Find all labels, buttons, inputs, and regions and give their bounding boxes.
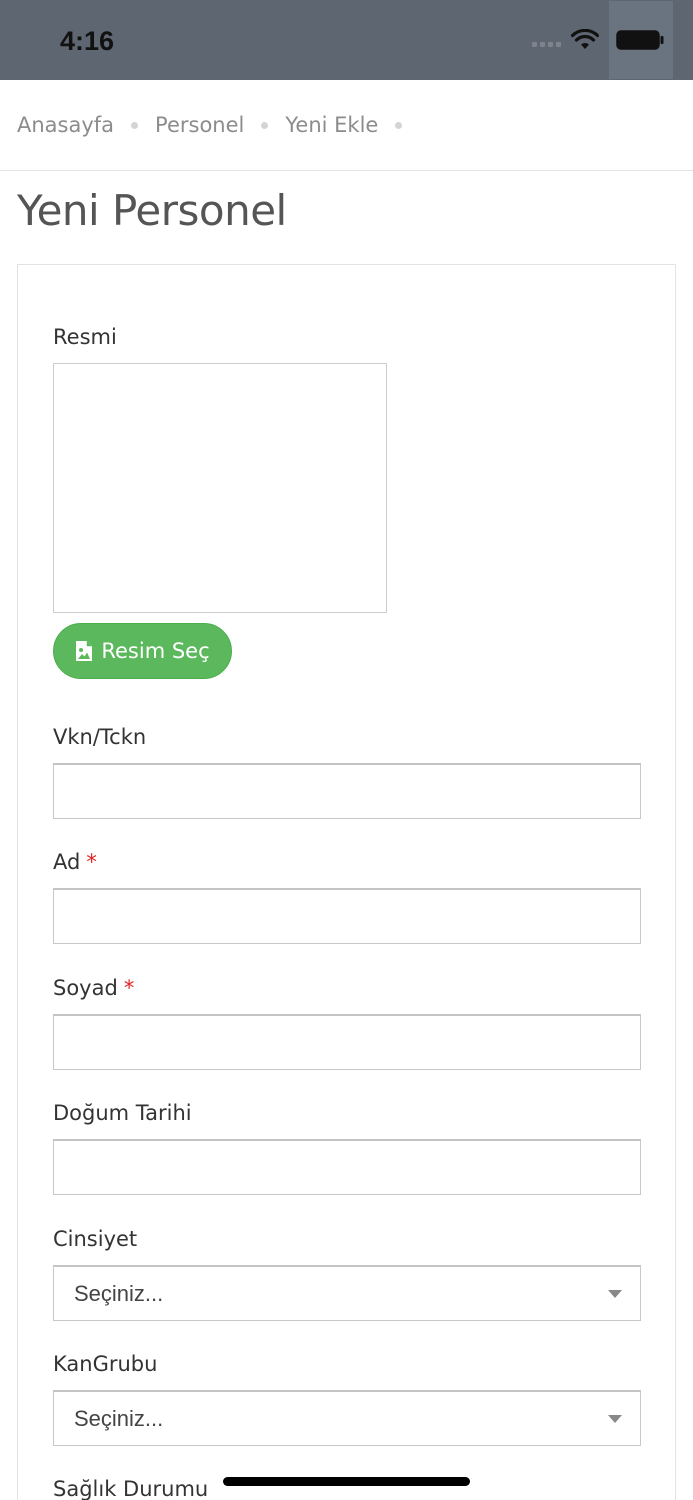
- breadcrumb-separator: [131, 121, 139, 129]
- cellular-signal-icon: [532, 41, 561, 47]
- soyad-label-text: Soyad: [53, 976, 118, 1000]
- soyad-label: Soyad *: [53, 976, 134, 1000]
- cinsiyet-selected-value: Seçiniz...: [74, 1280, 164, 1306]
- status-bar: 4:16: [0, 0, 693, 80]
- breadcrumb-item-personel[interactable]: Personel: [155, 113, 244, 137]
- battery-area: [609, 1, 673, 79]
- status-time: 4:16: [60, 26, 115, 56]
- photo-preview: [53, 363, 387, 613]
- kan-grubu-select[interactable]: Seçiniz...: [53, 1390, 641, 1446]
- soyad-input[interactable]: [53, 1014, 641, 1070]
- caret-down-icon: [608, 1415, 622, 1423]
- dogum-tarihi-input[interactable]: [53, 1139, 641, 1195]
- kan-grubu-selected-value: Seçiniz...: [74, 1405, 164, 1431]
- home-indicator: [223, 1477, 470, 1486]
- wifi-icon: [571, 29, 599, 49]
- ad-input[interactable]: [53, 888, 641, 944]
- vkn-label: Vkn/Tckn: [53, 725, 147, 749]
- ad-label-text: Ad: [53, 850, 81, 874]
- cinsiyet-label: Cinsiyet: [53, 1227, 138, 1251]
- choose-image-label: Resim Seç: [101, 639, 210, 663]
- breadcrumb: Anasayfa Personel Yeni Ekle: [0, 80, 693, 171]
- form-panel: Resmi Resim Seç Vkn/Tckn Ad * Soyad * Doğu…: [17, 264, 676, 1500]
- saglik-durumu-label: Sağlık Durumu: [53, 1477, 209, 1500]
- battery-icon: [616, 30, 664, 50]
- image-icon: [76, 641, 93, 661]
- choose-image-button[interactable]: Resim Seç: [53, 623, 232, 679]
- required-marker: *: [86, 850, 97, 874]
- cinsiyet-select[interactable]: Seçiniz...: [53, 1265, 641, 1321]
- caret-down-icon: [608, 1290, 622, 1298]
- breadcrumb-separator: [261, 121, 269, 129]
- status-icons: [532, 0, 673, 80]
- breadcrumb-item-home[interactable]: Anasayfa: [17, 113, 114, 137]
- page-title: Yeni Personel: [17, 186, 287, 235]
- photo-label: Resmi: [53, 325, 117, 349]
- ad-label: Ad *: [53, 850, 97, 874]
- dogum-tarihi-label: Doğum Tarihi: [53, 1101, 192, 1125]
- vkn-input[interactable]: [53, 763, 641, 819]
- breadcrumb-item-yeni-ekle: Yeni Ekle: [285, 113, 379, 137]
- kan-grubu-label: KanGrubu: [53, 1352, 158, 1376]
- required-marker: *: [123, 976, 135, 1000]
- breadcrumb-separator: [395, 121, 403, 129]
